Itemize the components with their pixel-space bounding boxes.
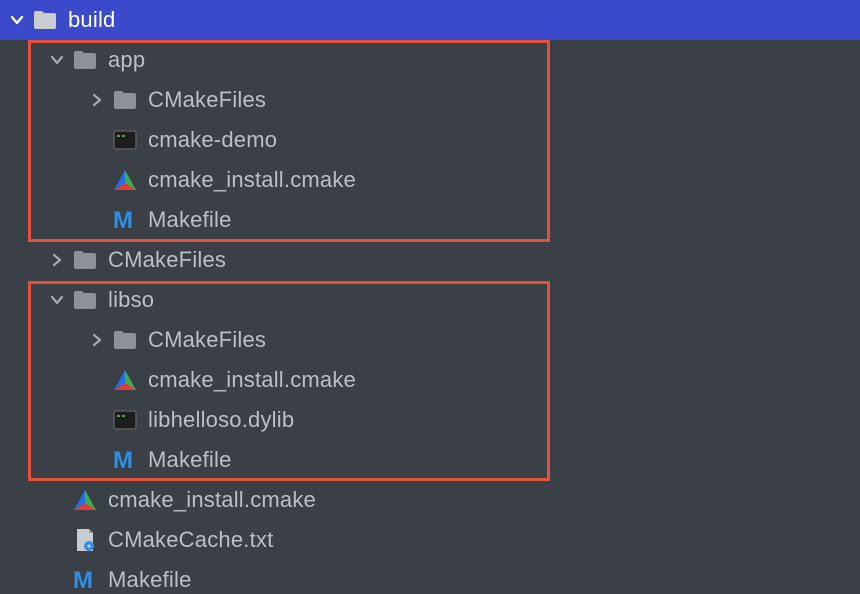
tree-label: build [68, 0, 115, 40]
tree-label: cmake-demo [148, 120, 277, 160]
chevron-placeholder [86, 409, 108, 431]
tree-label: CMakeFiles [148, 320, 266, 360]
tree-row-cmakefiles[interactable]: CMakeFiles [0, 240, 860, 280]
chevron-down-icon[interactable] [46, 289, 68, 311]
makefile-icon [112, 447, 138, 473]
chevron-placeholder [86, 129, 108, 151]
tree-label: libhelloso.dylib [148, 400, 294, 440]
chevron-right-icon[interactable] [86, 329, 108, 351]
folder-icon [72, 47, 98, 73]
tree-label: CMakeCache.txt [108, 520, 273, 560]
tree-row-libso-cmake-install[interactable]: cmake_install.cmake [0, 360, 860, 400]
cmake-icon [112, 167, 138, 193]
tree-row-libso-cmakefiles[interactable]: CMakeFiles [0, 320, 860, 360]
executable-icon [112, 407, 138, 433]
tree-label: CMakeFiles [148, 80, 266, 120]
tree-row-app-cmake-install[interactable]: cmake_install.cmake [0, 160, 860, 200]
folder-icon [112, 327, 138, 353]
tree-label: CMakeFiles [108, 240, 226, 280]
executable-icon [112, 127, 138, 153]
folder-icon [112, 87, 138, 113]
tree-label: cmake_install.cmake [108, 480, 316, 520]
tree-label: libso [108, 280, 154, 320]
tree-label: cmake_install.cmake [148, 360, 356, 400]
tree-row-cmakecache[interactable]: CMakeCache.txt [0, 520, 860, 560]
chevron-down-icon[interactable] [6, 9, 28, 31]
cmake-icon [112, 367, 138, 393]
chevron-placeholder [86, 209, 108, 231]
folder-icon [72, 247, 98, 273]
folder-icon [32, 7, 58, 33]
makefile-icon [72, 567, 98, 593]
chevron-placeholder [86, 169, 108, 191]
tree-label: cmake_install.cmake [148, 160, 356, 200]
tree-row-cmake-install[interactable]: cmake_install.cmake [0, 480, 860, 520]
folder-icon [72, 287, 98, 313]
cmake-icon [72, 487, 98, 513]
file-gear-icon [72, 527, 98, 553]
chevron-right-icon[interactable] [46, 249, 68, 271]
chevron-down-icon[interactable] [46, 49, 68, 71]
project-tree[interactable]: build app CMakeFiles cmake-demo [0, 0, 860, 594]
chevron-placeholder [46, 569, 68, 591]
tree-row-app-makefile[interactable]: Makefile [0, 200, 860, 240]
chevron-placeholder [46, 529, 68, 551]
tree-label: app [108, 40, 145, 80]
tree-row-libso[interactable]: libso [0, 280, 860, 320]
makefile-icon [112, 207, 138, 233]
chevron-placeholder [86, 449, 108, 471]
tree-row-app-cmake-demo[interactable]: cmake-demo [0, 120, 860, 160]
tree-row-app[interactable]: app [0, 40, 860, 80]
chevron-placeholder [86, 369, 108, 391]
tree-row-libso-dylib[interactable]: libhelloso.dylib [0, 400, 860, 440]
tree-row-app-cmakefiles[interactable]: CMakeFiles [0, 80, 860, 120]
chevron-placeholder [46, 489, 68, 511]
tree-row-makefile[interactable]: Makefile [0, 560, 860, 594]
tree-label: Makefile [108, 560, 192, 594]
tree-label: Makefile [148, 440, 232, 480]
chevron-right-icon[interactable] [86, 89, 108, 111]
tree-row-libso-makefile[interactable]: Makefile [0, 440, 860, 480]
tree-row-build[interactable]: build [0, 0, 860, 40]
tree-label: Makefile [148, 200, 232, 240]
